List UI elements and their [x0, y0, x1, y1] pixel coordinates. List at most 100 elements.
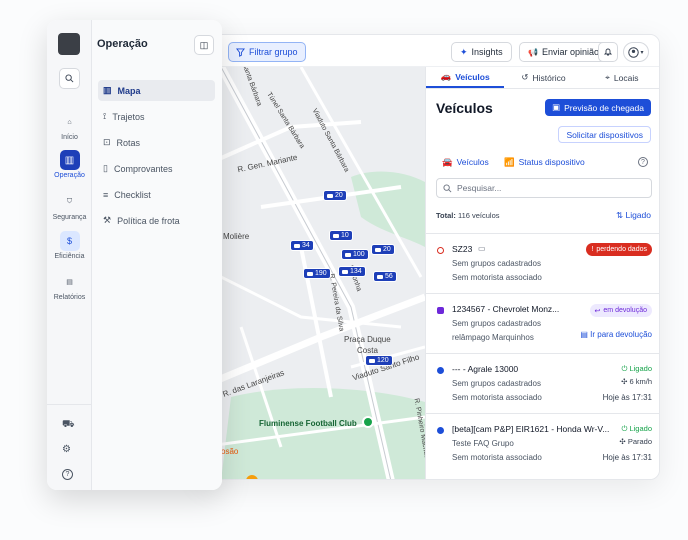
- vehicle-marker[interactable]: 34: [290, 240, 314, 251]
- help-icon[interactable]: ?: [62, 469, 73, 480]
- vehicles-panel: 🚗 Veículos ↺ Histórico ⌖ Locais Veículos ▣ P…: [425, 67, 659, 479]
- total-label: Total:: [436, 211, 456, 220]
- menu-item-fleet-policy[interactable]: ⚒ Política de frota: [98, 210, 215, 231]
- button-label: Previsão de chegada: [564, 102, 644, 113]
- vehicle-driver: relâmpago Marquinhos: [452, 333, 534, 342]
- menu-label: Mapa: [117, 85, 141, 96]
- list-item[interactable]: SZ23 ▭ Sem grupos cadastrados Sem motori…: [426, 233, 659, 293]
- tab-vehicles[interactable]: 🚗 Veículos: [426, 67, 505, 88]
- menu-label: Trajetos: [112, 111, 145, 122]
- vehicle-marker[interactable]: 100: [341, 249, 369, 260]
- return-link[interactable]: ▤ Ir para devolução: [580, 330, 652, 339]
- car-icon: [377, 274, 383, 279]
- rail-item-efficiency[interactable]: $ Eficiência: [47, 231, 92, 260]
- vehicle-marker[interactable]: 56: [373, 271, 397, 282]
- arrival-forecast-button[interactable]: ▣ Previsão de chegada: [545, 99, 651, 116]
- panel-heading: Veículos: [436, 100, 493, 116]
- app-stage: Filtrar grupo ✦ Insights 📢 Enviar opiniã…: [0, 0, 688, 540]
- map-view[interactable]: R. Gen. Mariante Molière Praça Duque Cos…: [201, 67, 425, 479]
- menu-item-receipts[interactable]: ▯ Comprovantes: [98, 158, 215, 179]
- menu-label: Comprovantes: [113, 163, 173, 174]
- marker-count: 190: [315, 270, 327, 277]
- vehicle-group: Teste FAQ Grupo: [452, 439, 514, 448]
- vehicle-driver: Sem motorista associado: [452, 393, 542, 402]
- history-icon: ↺: [521, 72, 529, 82]
- subtab-vehicles[interactable]: 🚘 Veículos: [442, 157, 489, 168]
- status-badge: ! perdendo dados: [586, 243, 652, 256]
- search-button[interactable]: [59, 68, 80, 89]
- last-update: Hoje às 17:31: [602, 453, 652, 462]
- tab-history[interactable]: ↺ Histórico: [504, 67, 582, 88]
- calendar-icon: ▣: [552, 102, 561, 112]
- vehicle-group: Sem grupos cadastrados: [452, 259, 541, 268]
- vehicle-marker[interactable]: 20: [323, 190, 347, 201]
- rail-item-operation[interactable]: ▥ Operação: [47, 150, 92, 179]
- panel-tabs: 🚗 Veículos ↺ Histórico ⌖ Locais: [426, 67, 659, 89]
- menu-label: Checklist: [114, 189, 151, 200]
- last-update: Hoje às 17:31: [602, 393, 652, 402]
- marker-count: 56: [385, 273, 393, 280]
- car-icon: [369, 358, 375, 363]
- ignition-status: ⏻ Ligado: [621, 364, 652, 374]
- rail-item-reports[interactable]: ▤ Relatórios: [47, 272, 92, 301]
- rail-item-home[interactable]: ⌂ Início: [47, 112, 92, 142]
- menu-label: Política de frota: [117, 215, 180, 226]
- request-devices-button[interactable]: Solicitar dispositivos: [558, 126, 651, 143]
- map-label: Costa: [357, 346, 378, 355]
- ignition-status: ⏻ Ligado: [621, 424, 652, 434]
- archive-icon: ▤: [580, 330, 588, 339]
- menu-item-routes[interactable]: ⊡ Rotas: [98, 132, 215, 153]
- status-filter-link[interactable]: ⇅ Ligado: [616, 210, 651, 221]
- subtab-device-status[interactable]: 📶 Status dispositivo: [504, 157, 585, 168]
- menu-item-checklist[interactable]: ≡ Checklist: [98, 184, 215, 205]
- icon-rail: ⌂ Início ▥ Operação ⛉ Segurança $ Eficiência…: [47, 20, 92, 490]
- search-input[interactable]: Pesquisar...: [436, 178, 652, 198]
- tab-places[interactable]: ⌖ Locais: [583, 67, 659, 88]
- bell-icon: [603, 48, 613, 56]
- chevron-down-icon: ▾: [640, 49, 644, 56]
- map-label: Molière: [223, 232, 250, 241]
- filter-group-button[interactable]: Filtrar grupo: [228, 42, 306, 62]
- power-icon: ⏻: [621, 364, 628, 373]
- tab-label: Locais: [613, 72, 639, 83]
- list-item[interactable]: 1234567 - Chevrolet Monz... Sem grupos c…: [426, 293, 659, 353]
- vehicle-marker[interactable]: 190: [303, 268, 331, 279]
- section-menu: Operação ◫ ▥ Mapa ⟟ Trajetos ⊡ Rotas ▯ Compr…: [92, 20, 222, 490]
- route-icon: ⟟: [103, 111, 107, 121]
- insights-button[interactable]: ✦ Insights: [451, 42, 512, 62]
- ignition-label: Ligado: [629, 424, 652, 433]
- vehicle-title: SZ23: [452, 244, 473, 254]
- total-value: 116 veículos: [457, 211, 500, 220]
- notifications-button[interactable]: [598, 42, 618, 62]
- list-item[interactable]: [beta][cam P&P] EIR1621 - Honda Wr-V... …: [426, 413, 659, 473]
- speed: ✣ Parado: [619, 437, 652, 446]
- vehicle-marker[interactable]: 134: [338, 266, 366, 277]
- feedback-label: Enviar opinião: [541, 47, 600, 57]
- rail-label: Início: [61, 134, 78, 141]
- tab-label: Histórico: [532, 72, 566, 83]
- menu-item-routes-history[interactable]: ⟟ Trajetos: [98, 106, 215, 127]
- alert-icon: [437, 247, 444, 254]
- car-icon[interactable]: ⛟: [62, 419, 75, 432]
- send-feedback-button[interactable]: 📢 Enviar opinião: [519, 42, 609, 62]
- list-item[interactable]: --- - Agrale 13000 Sem grupos cadastrado…: [426, 353, 659, 413]
- search-icon: [65, 74, 74, 83]
- rail-label: Relatórios: [53, 294, 86, 301]
- return-link-label: Ir para devolução: [590, 330, 652, 339]
- marker-count: 100: [353, 251, 365, 258]
- vehicle-marker[interactable]: 10: [329, 230, 353, 241]
- marker-count: 20: [383, 246, 391, 253]
- vehicle-marker[interactable]: 120: [365, 355, 393, 366]
- vehicle-marker[interactable]: 20: [371, 244, 395, 255]
- car-icon: [294, 243, 300, 248]
- user-menu-button[interactable]: ▾: [623, 42, 649, 62]
- menu-item-map[interactable]: ▥ Mapa: [98, 80, 215, 101]
- company-logo[interactable]: [58, 33, 80, 55]
- help-icon[interactable]: ?: [638, 157, 648, 167]
- rail-item-security[interactable]: ⛉ Segurança: [47, 192, 92, 221]
- gear-icon[interactable]: ⚙: [62, 444, 71, 455]
- location-pin-icon: ⌖: [605, 72, 610, 82]
- badge-label: em devolução: [603, 307, 647, 314]
- collapse-sidebar-button[interactable]: ◫: [194, 35, 214, 55]
- marker-count: 20: [335, 192, 343, 199]
